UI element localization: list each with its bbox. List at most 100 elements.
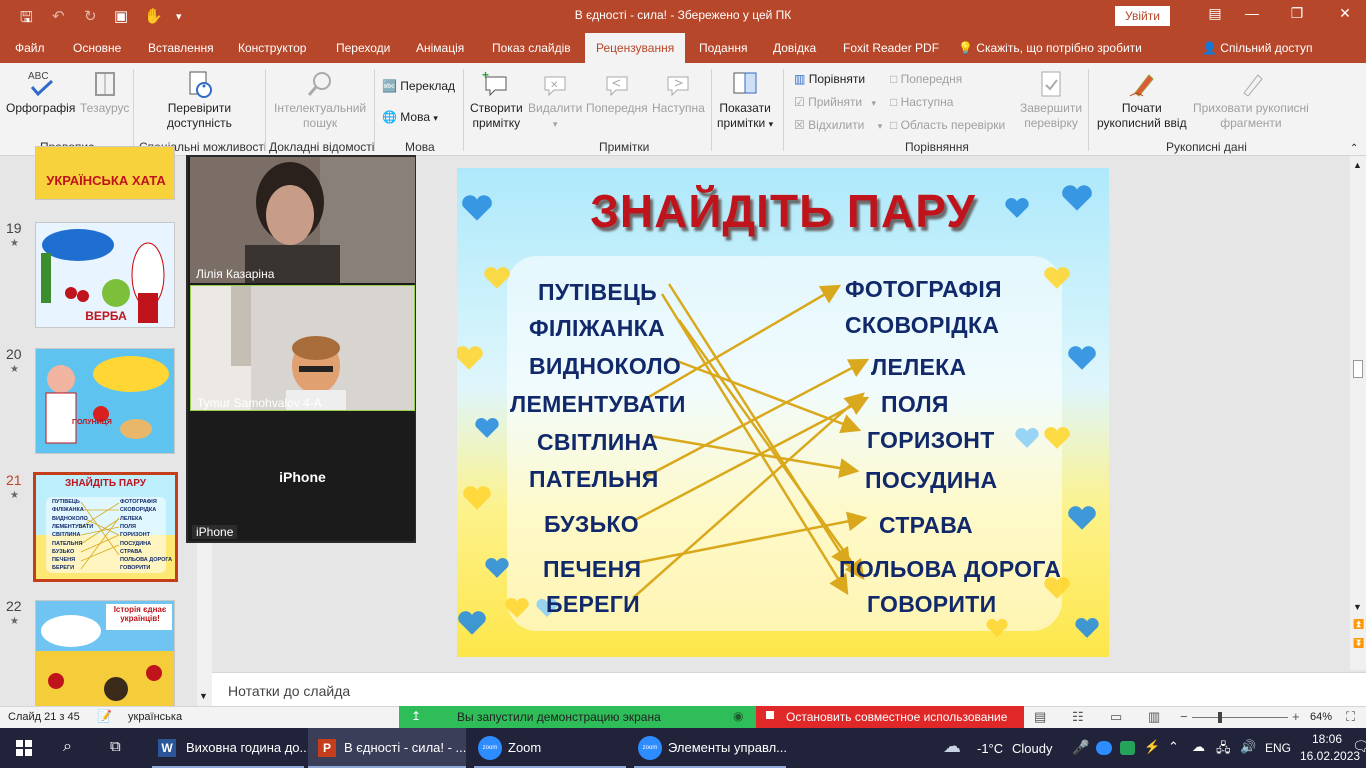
zoom-out-icon[interactable]: − — [1180, 709, 1188, 724]
thesaurus-button[interactable]: Тезаурус — [80, 69, 129, 116]
previous-slide-icon[interactable]: ⏫ — [1353, 619, 1364, 630]
video-tile-participant-3[interactable]: iPhone iPhone — [190, 413, 415, 539]
tray-icon[interactable]: ⚡ — [1144, 739, 1160, 755]
clock-time[interactable]: 18:06 — [1312, 732, 1342, 746]
compare-next-button[interactable]: □ Наступна — [890, 95, 953, 109]
tab-transitions[interactable]: Переходи — [336, 41, 390, 55]
share-button[interactable]: 👤 Спільний доступ — [1202, 41, 1313, 55]
check-accessibility-button[interactable]: Перевірити доступність — [167, 69, 232, 131]
notes-pane[interactable]: Нотатки до слайда — [212, 672, 1366, 706]
tab-view[interactable]: Подання — [699, 41, 747, 55]
onedrive-icon[interactable]: ☁ — [1192, 739, 1205, 755]
zoom-slider[interactable] — [1192, 717, 1288, 718]
compare-previous-button[interactable]: □ Попередня — [890, 72, 962, 86]
network-icon[interactable]: 🖧 — [1216, 739, 1231, 761]
tab-insert[interactable]: Вставлення — [148, 41, 214, 55]
previous-comment-button[interactable]: Попередня — [586, 69, 648, 116]
slideshow-view-icon[interactable]: ▥ — [1148, 709, 1160, 725]
search-icon[interactable]: ⌕ — [63, 738, 72, 756]
collapse-ribbon-icon[interactable]: ⌃ — [1350, 143, 1358, 154]
compare-button[interactable]: ▥ Порівняти — [794, 72, 865, 86]
translate-icon: 🔤 — [382, 79, 397, 93]
tab-help[interactable]: Довідка — [773, 41, 816, 55]
scroll-down-icon[interactable]: ▼ — [199, 691, 208, 701]
scroll-down-icon[interactable]: ▼ — [1353, 602, 1362, 612]
reading-view-icon[interactable]: ▭ — [1110, 709, 1122, 725]
tab-review[interactable]: Рецензування — [585, 33, 686, 63]
spelling-status-icon[interactable]: 📝 — [97, 709, 112, 723]
show-hidden-icons-icon[interactable]: ⌃ — [1168, 739, 1179, 755]
show-comments-button[interactable]: Показати примітки ▾ — [717, 69, 773, 132]
slide-thumbnail-20[interactable]: ПОЛУНИЦЯ — [35, 348, 175, 454]
app-tray-icon[interactable] — [1120, 741, 1135, 755]
new-comment-button[interactable]: + Створити примітку — [470, 69, 523, 131]
weather-temp[interactable]: -1°C — [977, 741, 1003, 756]
language-status[interactable]: українська — [128, 711, 182, 723]
tab-file[interactable]: Файл — [15, 41, 45, 55]
slide-scrollbar[interactable]: ▲ ▼ ⏫ ⏬ — [1350, 156, 1366, 670]
zoom-in-icon[interactable]: + — [1292, 709, 1300, 724]
tab-animations[interactable]: Анімація — [416, 41, 464, 55]
undo-icon[interactable]: ↶ — [52, 7, 65, 25]
slide-thumbnail-19[interactable]: ВЕРБА — [35, 222, 175, 328]
tab-design[interactable]: Конструктор — [238, 41, 306, 55]
slide-thumbnail-21-selected[interactable]: ЗНАЙДІТЬ ПАРУ ПУТІВЕЦЬ ФІЛІЖАНКА ВИДНОКОЛО… — [33, 472, 178, 582]
volume-icon[interactable]: 🔊 — [1240, 739, 1256, 755]
save-icon[interactable]: 🖫 — [20, 7, 33, 32]
notifications-icon[interactable]: 🗨 — [1352, 738, 1366, 755]
language-button[interactable]: 🌐 Мова ▾ — [382, 110, 438, 124]
slide-sorter-icon[interactable]: ☷ — [1072, 709, 1084, 725]
scroll-up-icon[interactable]: ▲ — [1353, 160, 1362, 170]
taskbar-app-zoom[interactable]: zoom Zoom — [474, 728, 626, 768]
tab-home[interactable]: Основне — [73, 41, 121, 55]
video-tile-participant-1[interactable]: Лілія Казаріна — [190, 157, 415, 283]
zoom-slider-thumb[interactable] — [1218, 712, 1222, 723]
stop-share-button[interactable]: Остановить совместное использование — [756, 706, 1024, 729]
zoom-tray-icon[interactable] — [1096, 741, 1112, 755]
touch-mode-icon[interactable]: ✋ — [144, 7, 163, 25]
end-review-button[interactable]: Завершити перевірку — [1020, 69, 1082, 131]
compare-icon: ▥ — [794, 72, 806, 86]
thumbnail-right-word: ЛЕЛЕКА — [120, 515, 143, 522]
video-tile-participant-2[interactable]: Tymur Samohvalov 4-А — [190, 285, 415, 411]
minimize-icon[interactable]: — — [1237, 5, 1267, 25]
start-inking-button[interactable]: Почати рукописний ввід — [1097, 69, 1187, 131]
ribbon: ABC Орфографія Тезаурус Правопис Перевір… — [0, 63, 1366, 156]
zoom-level[interactable]: 64% — [1310, 711, 1332, 723]
ribbon-display-icon[interactable]: ▤ — [1200, 5, 1230, 25]
taskbar-app-zoom-controls[interactable]: zoom Элементы управл... — [634, 728, 787, 768]
next-comment-button[interactable]: Наступна — [652, 69, 705, 116]
weather-desc[interactable]: Cloudy — [1012, 741, 1052, 756]
fit-to-window-icon[interactable]: ⛶ — [1346, 709, 1355, 725]
tab-foxit[interactable]: Foxit Reader PDF — [843, 41, 939, 55]
redo-icon[interactable]: ↻ — [84, 7, 97, 25]
hide-ink-button[interactable]: Приховати рукописні фрагменти — [1193, 69, 1309, 131]
thumbnail-left-word: ФІЛІЖАНКА — [52, 507, 84, 514]
microphone-icon[interactable]: 🎤 — [1072, 739, 1089, 756]
slide-thumbnail-18[interactable]: УКРАЇНСЬКА ХАТА — [35, 146, 175, 200]
input-language[interactable]: ENG — [1265, 741, 1291, 755]
taskbar-app-powerpoint[interactable]: P В єдності - сила! - ... — [308, 728, 466, 768]
task-view-icon[interactable]: ⧉ — [110, 738, 121, 755]
smart-lookup-button[interactable]: Інтелектуальний пошук — [274, 69, 366, 131]
spelling-button[interactable]: ABC Орфографія — [6, 69, 75, 116]
customize-qat-icon[interactable]: ▾ — [176, 10, 182, 23]
tab-slideshow[interactable]: Показ слайдів — [492, 41, 571, 55]
translate-button[interactable]: 🔤 Переклад — [382, 79, 455, 93]
start-presentation-icon[interactable]: ▣ — [114, 7, 128, 25]
restore-icon[interactable]: ❐ — [1282, 5, 1312, 25]
close-icon[interactable]: ✕ — [1330, 5, 1360, 25]
slide-canvas[interactable]: ЗНАЙДІТЬ ПАРУ ПУТІВЕЦЬ ФІЛІЖАНКА ВИДНОКОЛО… — [457, 168, 1109, 657]
accept-button[interactable]: ☑ Прийняти ▾ — [794, 95, 876, 109]
scroll-thumb[interactable] — [1353, 360, 1363, 378]
slide-thumbnail-22[interactable]: Історія єднає українців! — [35, 600, 175, 710]
normal-view-icon[interactable]: ▤ — [1034, 709, 1046, 725]
delete-comment-button[interactable]: ✕ Видалити ▾ — [528, 69, 582, 132]
windows-start-icon[interactable] — [16, 740, 32, 756]
next-slide-icon[interactable]: ⏬ — [1353, 638, 1364, 649]
reject-button[interactable]: ☒ Відхилити ▾ — [794, 118, 882, 132]
sign-in-button[interactable]: Увійти — [1115, 6, 1170, 26]
tell-me-search[interactable]: 💡 Скажіть, що потрібно зробити — [958, 41, 1142, 55]
taskbar-app-word[interactable]: W Виховна година до... — [152, 728, 310, 768]
reviewing-pane-button[interactable]: □ Область перевірки — [890, 118, 1005, 132]
